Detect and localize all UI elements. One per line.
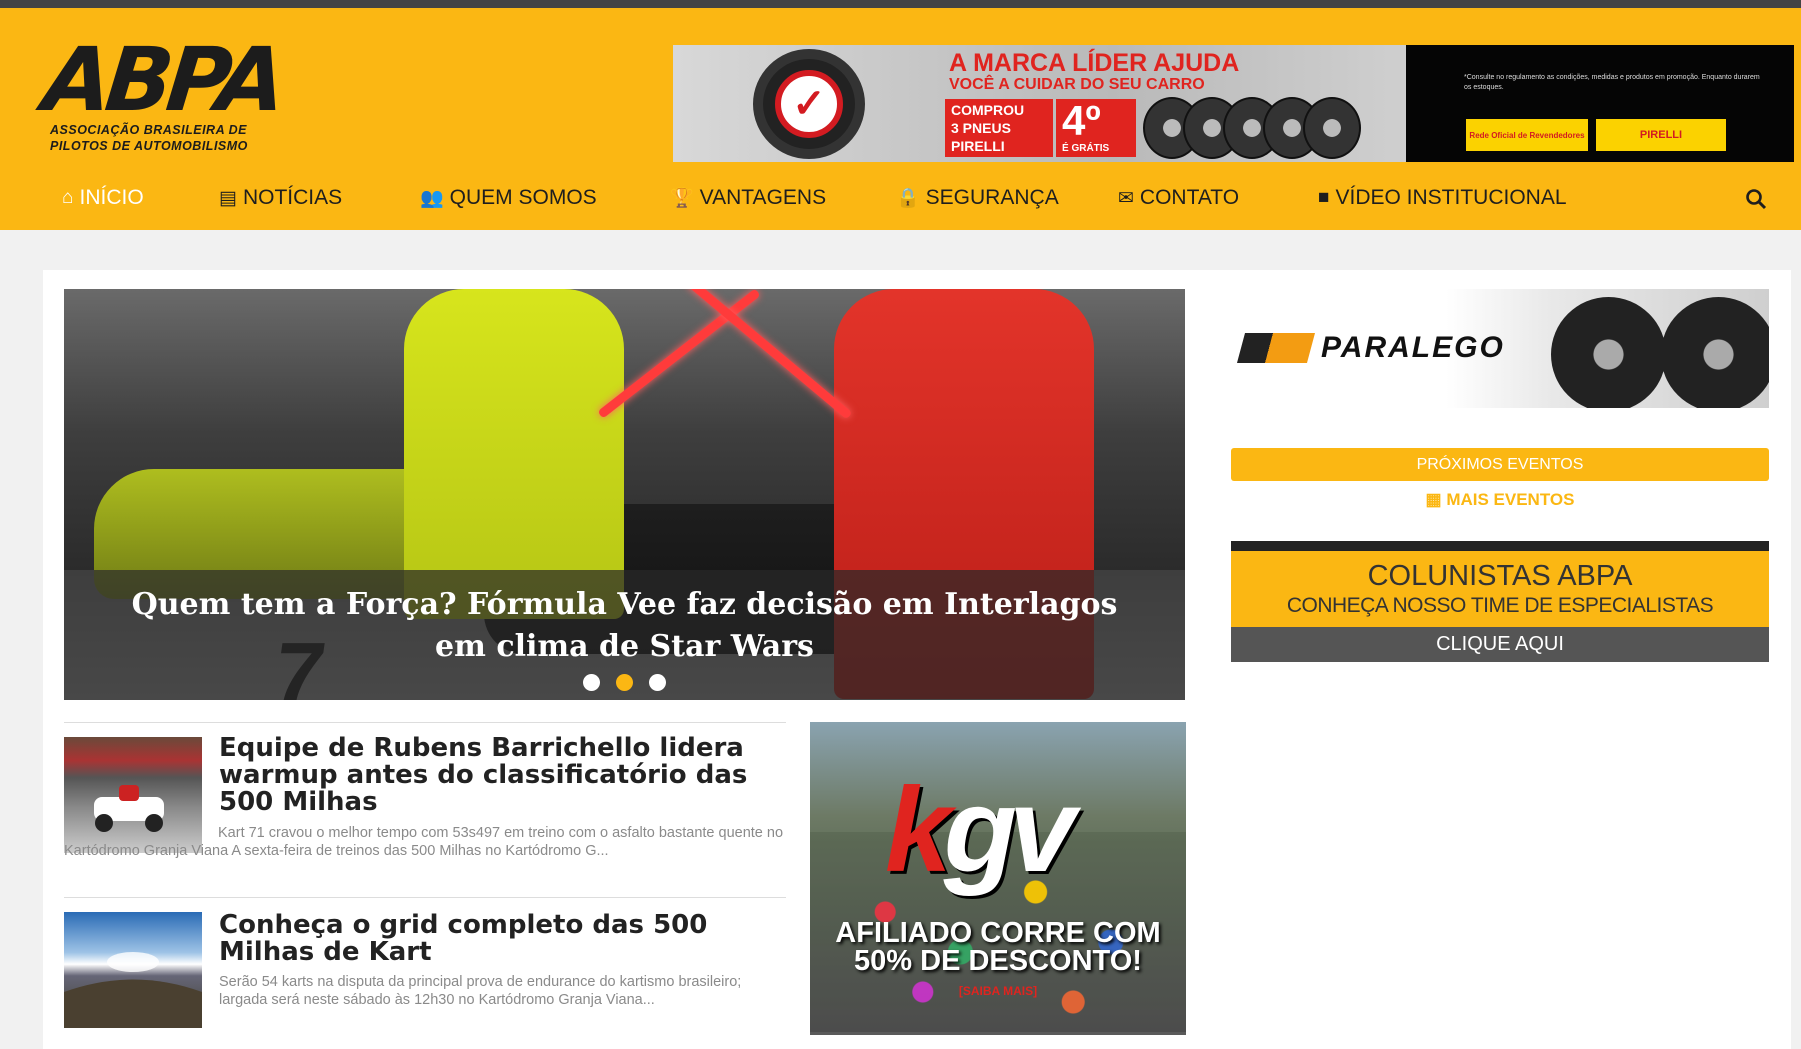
- slider-dot-3[interactable]: [649, 674, 666, 691]
- news-excerpt: Kart 71 cravou o melhor tempo com 53s497…: [64, 825, 784, 859]
- tires-image: [1143, 97, 1361, 159]
- nav-label: SEGURANÇA: [925, 186, 1059, 209]
- nav-item-video-institucional[interactable]: ■ VÍDEO INSTITUCIONAL: [1318, 186, 1567, 210]
- banner-offer-box: COMPROU 3 PNEUS PIRELLI: [945, 99, 1053, 157]
- kgv-line-2: 50% DE DESCONTO!: [854, 945, 1142, 977]
- slide-caption: Quem tem a Força? Fórmula Vee faz decisã…: [64, 570, 1185, 700]
- nav-label: INÍCIO: [79, 186, 144, 209]
- mais-eventos-label: MAIS EVENTOS: [1446, 490, 1575, 509]
- nav-item-vantagens[interactable]: 🏆 VANTAGENS: [670, 186, 826, 210]
- site-logo[interactable]: ABPA ASSOCIAÇÃO BRASILEIRA DE PILOTOS DE…: [39, 28, 324, 163]
- home-icon: ⌂: [62, 187, 74, 208]
- colunistas-block: COLUNISTAS ABPA CONHEÇA NOSSO TIME DE ES…: [1231, 541, 1769, 662]
- wheel-icon: [1661, 297, 1769, 408]
- mais-eventos-link[interactable]: ▦ MAIS EVENTOS: [1231, 490, 1769, 510]
- calendar-icon: ▦: [1425, 490, 1447, 509]
- logo-tagline-2: PILOTOS DE AUTOMOBILISMO: [50, 139, 248, 153]
- newspaper-icon: ▤: [219, 187, 237, 209]
- nav-item-inicio[interactable]: ⌂ INÍCIO: [62, 186, 144, 210]
- wheel-icon: [1551, 297, 1666, 408]
- search-icon[interactable]: [1745, 188, 1767, 210]
- slider-dots: [583, 674, 666, 691]
- news-item: Equipe de Rubens Barrichello lidera warm…: [64, 722, 786, 897]
- pirelli-banner-ad[interactable]: ✓ A MARCA LÍDER AJUDA VOCÊ A CUIDAR DO S…: [673, 45, 1794, 162]
- offer-line-2: 3 PNEUS: [951, 120, 1011, 136]
- banner-left-panel: ✓ A MARCA LÍDER AJUDA VOCÊ A CUIDAR DO S…: [673, 45, 1406, 162]
- banner-headline-2: VOCÊ A CUIDAR DO SEU CARRO: [949, 76, 1205, 93]
- kgv-ad[interactable]: kgv AFILIADO CORRE COM 50% DE DESCONTO! …: [810, 722, 1186, 1035]
- nav-label: NOTÍCIAS: [242, 186, 343, 209]
- kgv-saiba-mais-link[interactable]: [SAIBA MAIS]: [810, 984, 1186, 998]
- nav-item-contato[interactable]: ✉ CONTATO: [1118, 186, 1239, 210]
- envelope-icon: ✉: [1118, 187, 1134, 209]
- news-thumbnail[interactable]: [64, 912, 202, 1028]
- main-nav: ⌂ INÍCIO ▤ NOTÍCIAS 👥 QUEM SOMOS 🏆 VANTA…: [0, 170, 1801, 228]
- news-title-link[interactable]: Equipe de Rubens Barrichello lidera warm…: [219, 735, 779, 816]
- video-icon: ■: [1318, 187, 1330, 208]
- slider-dot-1[interactable]: [583, 674, 600, 691]
- offer-big: 4º: [1062, 97, 1101, 144]
- news-item: Conheça o grid completo das 500 Milhas d…: [64, 897, 786, 1047]
- seal-icon: ✓: [753, 49, 865, 159]
- slide-title-link[interactable]: Quem tem a Força? Fórmula Vee faz decisã…: [110, 584, 1140, 668]
- nav-label: VÍDEO INSTITUCIONAL: [1335, 186, 1567, 209]
- lock-icon: 🔒: [896, 188, 920, 209]
- trophy-icon: 🏆: [670, 188, 694, 209]
- slider-dot-2[interactable]: [616, 674, 633, 691]
- colunistas-top-bar: [1231, 541, 1769, 551]
- lightsaber-right: [685, 289, 853, 420]
- kgv-logo: kgv: [885, 770, 1076, 890]
- banner-right-panel: *Consulte no regulamento as condições, m…: [1406, 45, 1794, 162]
- news-excerpt: Serão 54 karts na disputa da principal p…: [219, 974, 742, 1008]
- nav-label: CONTATO: [1139, 186, 1240, 209]
- banner-offer-fourth: 4º É GRÁTIS: [1056, 99, 1136, 157]
- offer-line-1: COMPROU: [951, 102, 1025, 118]
- kgv-logo-rest: gv: [943, 763, 1076, 897]
- proximos-eventos-header: PRÓXIMOS EVENTOS: [1231, 448, 1769, 481]
- colunistas-banner: COLUNISTAS ABPA CONHEÇA NOSSO TIME DE ES…: [1231, 551, 1769, 627]
- nav-label: VANTAGENS: [699, 186, 827, 209]
- tire-icon: [1303, 97, 1361, 159]
- clique-aqui-button[interactable]: CLIQUE AQUI: [1231, 627, 1769, 662]
- colunistas-title: COLUNISTAS ABPA: [1367, 560, 1633, 592]
- paralego-logo-text: PARALEGO: [1321, 331, 1505, 364]
- banner-headline-1: A MARCA LÍDER AJUDA: [949, 49, 1240, 77]
- nav-item-quem-somos[interactable]: 👥 QUEM SOMOS: [420, 186, 597, 210]
- banner-fine-print: *Consulte no regulamento as condições, m…: [1464, 74, 1760, 91]
- check-icon: ✓: [775, 70, 843, 138]
- news-title-link[interactable]: Conheça o grid completo das 500 Milhas d…: [219, 912, 779, 966]
- nav-item-noticias[interactable]: ▤ NOTÍCIAS: [219, 186, 342, 210]
- offer-small: É GRÁTIS: [1062, 143, 1110, 154]
- paralego-sponsor-ad[interactable]: PARALEGO: [1231, 289, 1769, 408]
- top-border: [0, 0, 1801, 8]
- pirelli-badge: PIRELLI: [1596, 119, 1726, 151]
- kgv-logo-k: k: [885, 763, 952, 897]
- featured-slider[interactable]: 7 Quem tem a Força? Fórmula Vee faz deci…: [64, 289, 1185, 700]
- grid-thumb-image: [64, 952, 202, 1028]
- nav-item-seguranca[interactable]: 🔒 SEGURANÇA: [896, 186, 1059, 210]
- logo-mark: ABPA: [38, 28, 286, 131]
- offer-line-3: PIRELLI: [951, 138, 1005, 154]
- users-icon: 👥: [420, 188, 444, 209]
- nav-label: QUEM SOMOS: [449, 186, 597, 209]
- colunistas-subtitle: CONHEÇA NOSSO TIME DE ESPECIALISTAS: [1286, 594, 1714, 617]
- rede-oficial-badge: Rede Oficial de Revendedores: [1466, 119, 1588, 151]
- paralego-flag-icon: [1236, 333, 1316, 363]
